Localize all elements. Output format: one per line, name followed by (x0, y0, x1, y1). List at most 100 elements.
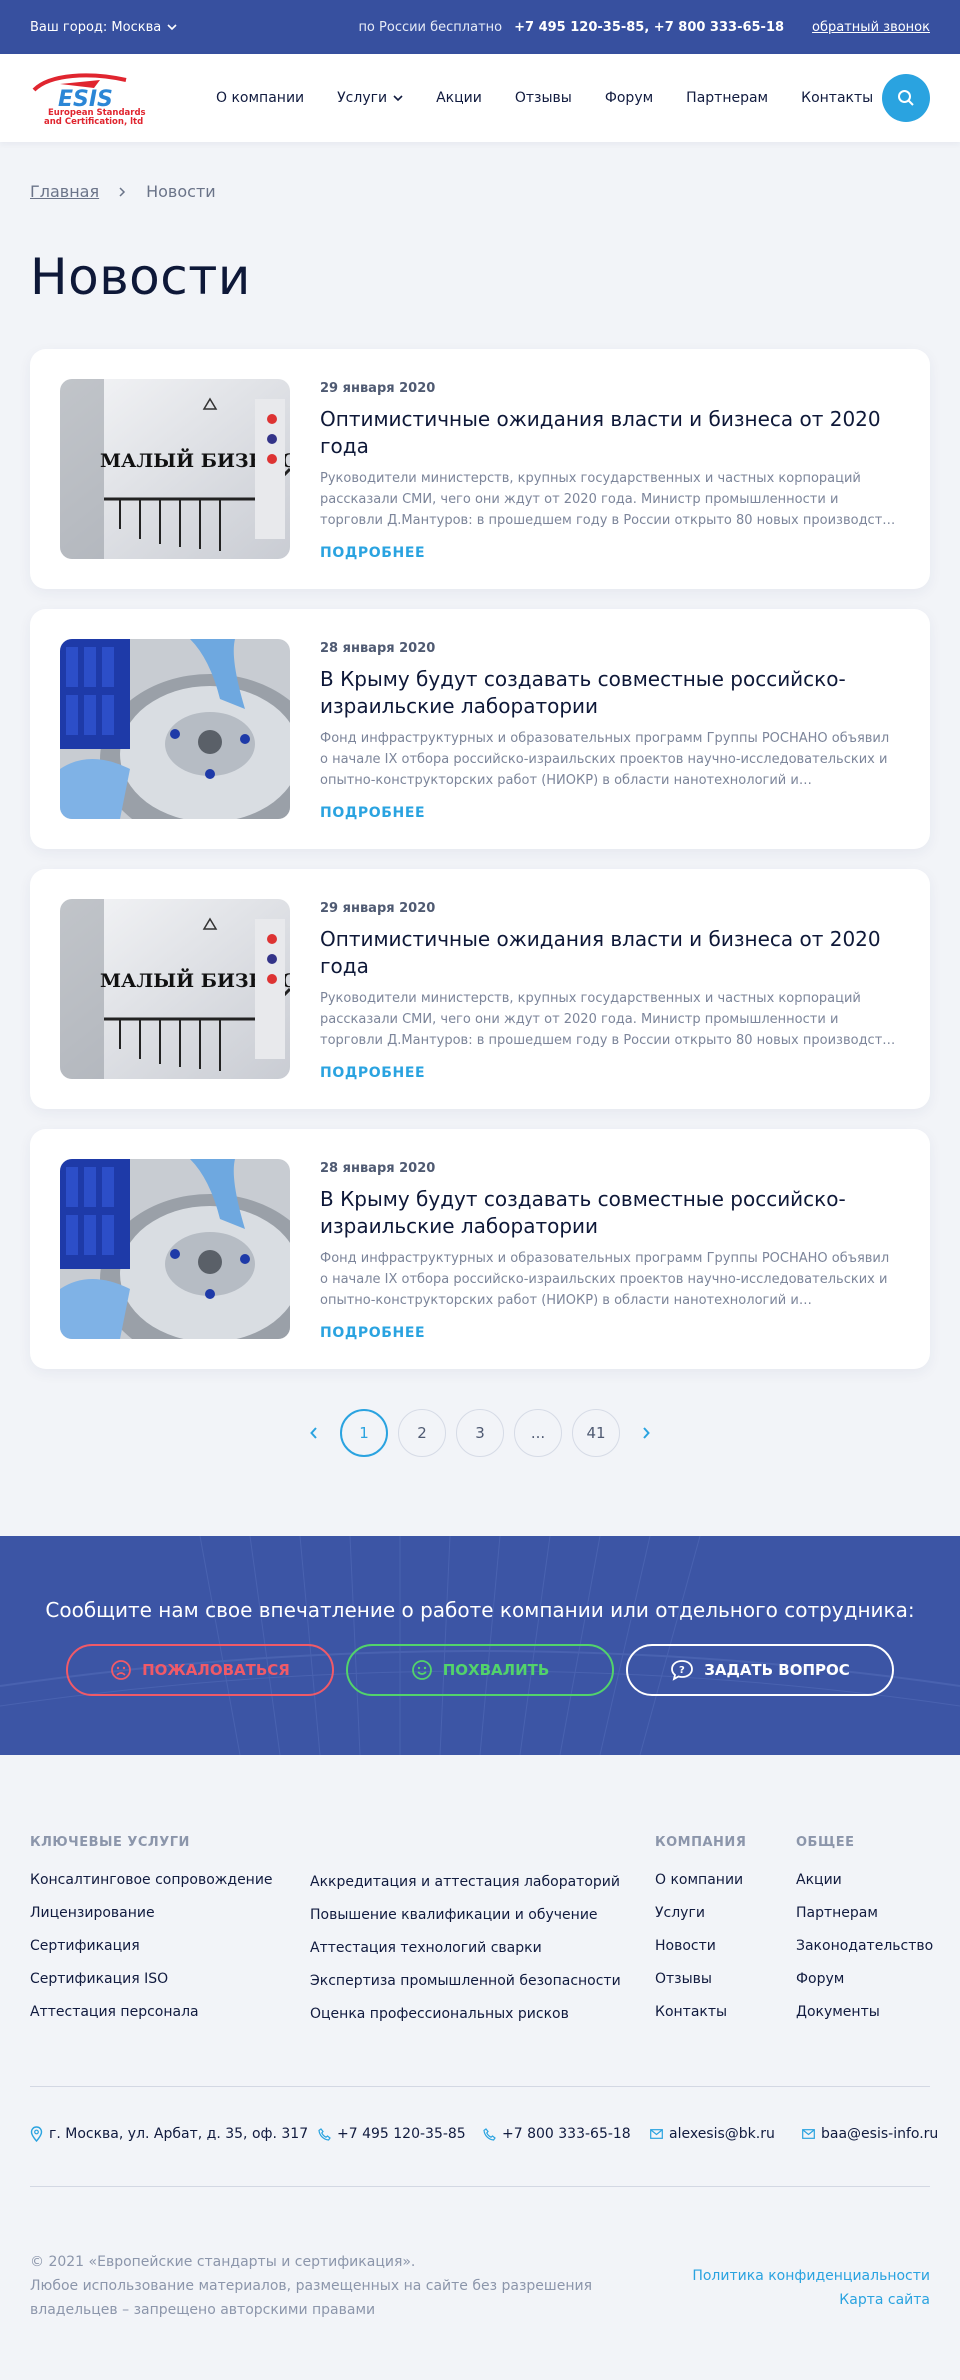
map-pin-icon (30, 2126, 43, 2142)
chevron-down-icon (167, 23, 177, 30)
news-excerpt: Фонд инфраструктурных и образовательных … (320, 731, 890, 788)
logo-sub-2: and Certification, ltd (44, 117, 143, 126)
sad-face-icon (111, 1660, 132, 1680)
nav-about[interactable]: О компании (216, 90, 304, 106)
footer-email-2[interactable]: baa@esis-info.ru (802, 2126, 938, 2142)
copyright-line-1: © 2021 «Европейские стандарты и сертифик… (30, 2254, 416, 2270)
free-call-label: по России бесплатно (358, 19, 503, 35)
phone-icon (318, 2127, 331, 2141)
news-excerpt: Руководители министерств, крупных госуда… (320, 991, 890, 1048)
news-image-lab[interactable] (60, 639, 290, 819)
footer-link[interactable]: Контакты (655, 2002, 746, 2035)
news-title[interactable]: Оптимистичные ожидания власти и бизнеса … (320, 926, 900, 980)
footer-link[interactable]: Партнерам (796, 1903, 933, 1936)
news-card[interactable]: МАЛЫЙ БИЗНЕС 29 января 2020 Оптимистичны… (30, 349, 930, 589)
legal-links: Политика конфиденциальности Карта сайта (692, 2264, 930, 2312)
chevron-right-icon (119, 186, 126, 197)
complain-button[interactable]: ПОЖАЛОВАТЬСЯ (66, 1644, 334, 1696)
footer-link[interactable]: Сертификация ISO (30, 1969, 273, 2002)
footer-link[interactable]: Оценка профессиональных рисков (310, 2004, 621, 2037)
copyright: © 2021 «Европейские стандарты и сертифик… (30, 2250, 592, 2322)
footer-link[interactable]: Консалтинговое сопровождение (30, 1870, 273, 1903)
city-selector[interactable]: Ваш город: Москва (30, 20, 177, 35)
nav-contacts[interactable]: Контакты (801, 90, 873, 106)
logo[interactable]: ESIS European Standards and Certificatio… (30, 70, 164, 127)
footer-services: КЛЮЧЕВЫЕ УСЛУГИ Консалтинговое сопровожд… (30, 1835, 273, 2035)
footer-link[interactable]: Документы (796, 2002, 933, 2035)
page-button-current[interactable]: 1 (340, 1409, 388, 1457)
ask-question-button[interactable]: ? ЗАДАТЬ ВОПРОС (626, 1644, 894, 1696)
news-image-small-business[interactable]: МАЛЫЙ БИЗНЕС (60, 379, 290, 559)
footer-link[interactable]: Акции (796, 1870, 933, 1903)
read-more-link[interactable]: ПОДРОБНЕЕ (320, 1325, 425, 1341)
search-button[interactable] (882, 74, 930, 122)
footer-link[interactable]: Отзывы (655, 1969, 746, 2002)
news-date: 29 января 2020 (320, 901, 436, 916)
phone-icon (483, 2127, 496, 2141)
footer-general-title: ОБЩЕЕ (796, 1835, 855, 1850)
read-more-link[interactable]: ПОДРОБНЕЕ (320, 545, 425, 561)
chat-question-icon: ? (671, 1660, 694, 1681)
news-excerpt: Руководители министерств, крупных госуда… (320, 471, 890, 528)
breadcrumb-home[interactable]: Главная (30, 182, 99, 201)
footer-phone-1[interactable]: +7 495 120-35-85 (318, 2126, 466, 2142)
news-title[interactable]: В Крыму будут создавать совместные росси… (320, 1186, 900, 1240)
footer-services-title: КЛЮЧЕВЫЕ УСЛУГИ (30, 1835, 190, 1850)
news-image-lab[interactable] (60, 1159, 290, 1339)
footer-divider (30, 2186, 930, 2187)
smile-face-icon (411, 1660, 432, 1680)
callback-link[interactable]: обратный звонок (812, 20, 930, 35)
footer-link[interactable]: Новости (655, 1936, 746, 1969)
esis-logo-icon: ESIS European Standards and Certificatio… (32, 73, 146, 127)
footer-link[interactable]: О компании (655, 1870, 746, 1903)
page-button[interactable]: 3 (456, 1409, 504, 1457)
footer-link[interactable]: Аккредитация и аттестация лабораторий (310, 1872, 621, 1905)
footer-link[interactable]: Форум (796, 1969, 933, 2002)
footer-link[interactable]: Законодательство (796, 1936, 933, 1969)
privacy-policy-link[interactable]: Политика конфиденциальности (692, 2264, 930, 2288)
news-title[interactable]: В Крыму будут создавать совместные росси… (320, 666, 900, 720)
sitemap-link[interactable]: Карта сайта (692, 2288, 930, 2312)
header-phones[interactable]: +7 495 120-35-85, +7 800 333-65-18 (514, 20, 784, 35)
nav-promo[interactable]: Акции (436, 90, 482, 106)
news-date: 28 января 2020 (320, 1161, 436, 1176)
page-button[interactable]: 2 (398, 1409, 446, 1457)
news-card[interactable]: МАЛЫЙ БИЗНЕС 29 января 2020 Оптимистичны… (30, 869, 930, 1109)
footer-company-title: КОМПАНИЯ (655, 1835, 747, 1850)
footer-company: КОМПАНИЯ О компании Услуги Новости Отзыв… (655, 1835, 746, 2035)
footer-link[interactable]: Сертификация (30, 1936, 273, 1969)
read-more-link[interactable]: ПОДРОБНЕЕ (320, 1065, 425, 1081)
phone-2-text: +7 800 333-65-18 (502, 2126, 631, 2142)
page-button[interactable]: 41 (572, 1409, 620, 1457)
main-header: ESIS European Standards and Certificatio… (0, 54, 960, 142)
nav-forum[interactable]: Форум (605, 90, 653, 106)
nav-reviews[interactable]: Отзывы (515, 90, 572, 106)
news-card[interactable]: 28 января 2020 В Крыму будут создавать с… (30, 1129, 930, 1369)
nav-partners[interactable]: Партнерам (686, 90, 768, 106)
footer-link[interactable]: Услуги (655, 1903, 746, 1936)
next-page-button[interactable] (630, 1409, 662, 1457)
feedback-banner: Сообщите нам свое впечатление о работе к… (0, 1536, 960, 1755)
news-image-small-business[interactable]: МАЛЫЙ БИЗНЕС (60, 899, 290, 1079)
top-bar: Ваш город: Москва по России бесплатно +7… (0, 0, 960, 54)
prev-page-button[interactable] (298, 1409, 330, 1457)
email-2-text: baa@esis-info.ru (821, 2126, 939, 2142)
praise-button[interactable]: ПОХВАЛИТЬ (346, 1644, 614, 1696)
nav-services[interactable]: Услуги (337, 90, 403, 106)
footer-divider (30, 2086, 930, 2087)
page-ellipsis[interactable]: ... (514, 1409, 562, 1457)
footer-link[interactable]: Аттестация технологий сварки (310, 1938, 621, 1971)
news-date: 29 января 2020 (320, 381, 436, 396)
footer-phone-2[interactable]: +7 800 333-65-18 (483, 2126, 631, 2142)
footer-general: ОБЩЕЕ Акции Партнерам Законодательство Ф… (796, 1835, 933, 2035)
footer-link[interactable]: Лицензирование (30, 1903, 273, 1936)
news-list: МАЛЫЙ БИЗНЕС 29 января 2020 Оптимистичны… (30, 349, 930, 1389)
read-more-link[interactable]: ПОДРОБНЕЕ (320, 805, 425, 821)
footer-link[interactable]: Экспертиза промышленной безопасности (310, 1971, 621, 2004)
footer-link[interactable]: Аттестация персонала (30, 2002, 273, 2035)
footer-link[interactable]: Повышение квалификации и обучение (310, 1905, 621, 1938)
footer-email-1[interactable]: alexesis@bk.ru (650, 2126, 775, 2142)
breadcrumb-current: Новости (146, 182, 216, 201)
news-title[interactable]: Оптимистичные ожидания власти и бизнеса … (320, 406, 900, 460)
news-card[interactable]: 28 января 2020 В Крыму будут создавать с… (30, 609, 930, 849)
